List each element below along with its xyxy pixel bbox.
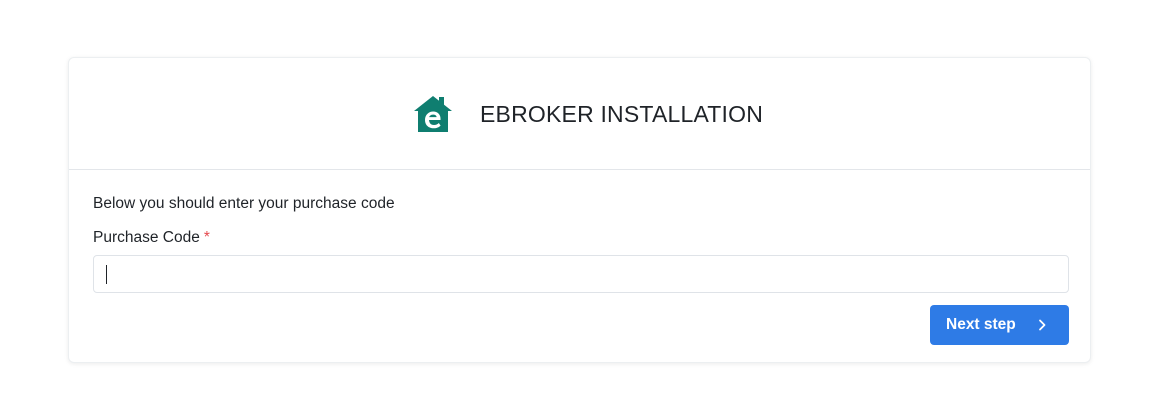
intro-text: Below you should enter your purchase cod… — [93, 195, 395, 212]
chevron-right-icon — [1039, 319, 1046, 331]
page-title: EBROKER INSTALLATION — [480, 101, 764, 127]
house-e-logo-icon — [414, 96, 452, 132]
purchase-code-label: Purchase Code * — [93, 228, 210, 248]
purchase-code-input[interactable] — [93, 255, 1069, 293]
purchase-code-label-text: Purchase Code — [93, 229, 200, 246]
installation-card: EBROKER INSTALLATION Below you should en… — [68, 57, 1091, 363]
next-step-button[interactable]: Next step — [930, 305, 1069, 345]
card-header: EBROKER INSTALLATION — [69, 58, 1090, 170]
required-marker: * — [203, 229, 210, 246]
next-step-label: Next step — [946, 316, 1016, 333]
text-cursor — [106, 265, 107, 284]
